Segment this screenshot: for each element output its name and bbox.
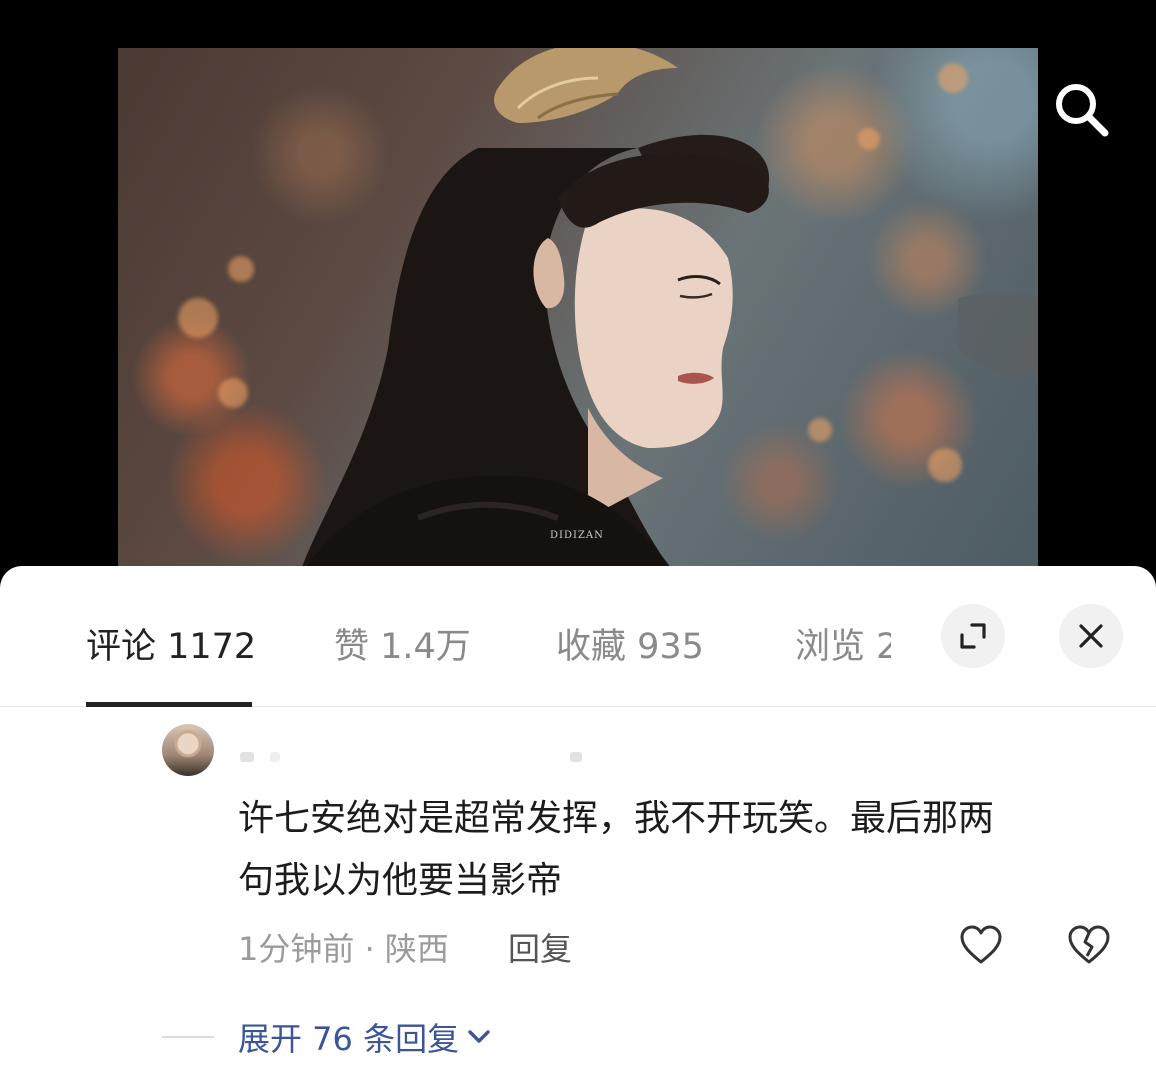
tab-favorites[interactable]: 收藏 935 — [556, 618, 704, 669]
expand-replies-button[interactable]: 展开 76 条回复 — [238, 1014, 495, 1060]
fullscreen-exit-button[interactable] — [941, 604, 1005, 668]
comment-line: 许七安绝对是超常发挥，我不开玩笑。最后那两 — [238, 798, 995, 839]
username-redacted[interactable] — [240, 744, 600, 770]
comment-text[interactable]: 许七安绝对是超常发挥，我不开玩笑。最后那两 句我以为他要当影帝 — [238, 788, 1118, 912]
dislike-button[interactable] — [1066, 922, 1112, 968]
heart-outline-icon — [960, 925, 1002, 964]
post-image[interactable]: DIDIZAN — [118, 48, 1038, 578]
portrait-figure — [298, 48, 1038, 578]
fullscreen-exit-icon — [960, 623, 986, 649]
image-watermark: DIDIZAN — [550, 530, 604, 541]
avatar[interactable] — [162, 724, 214, 776]
close-button[interactable] — [1059, 604, 1123, 668]
broken-heart-icon — [1068, 925, 1110, 964]
search-icon — [1056, 84, 1109, 137]
active-tab-indicator — [86, 702, 252, 707]
thread-divider — [162, 1036, 214, 1038]
tab-views-label: 浏览 2 — [795, 627, 891, 664]
comment-line: 句我以为他要当影帝 — [238, 860, 563, 901]
expand-replies-label: 展开 76 条回复 — [238, 1020, 460, 1058]
close-icon — [1079, 624, 1103, 648]
comments-sheet: 评论 1172 赞 1.4万 收藏 935 浏览 2 许七安绝对是超常发挥，我不… — [0, 566, 1156, 1080]
comment-meta: 1分钟前 · 陕西 — [238, 930, 449, 968]
tab-likes[interactable]: 赞 1.4万 — [334, 618, 471, 669]
like-button[interactable] — [958, 922, 1004, 968]
reply-button[interactable]: 回复 — [508, 924, 572, 970]
search-button[interactable] — [1048, 76, 1114, 142]
tab-views[interactable]: 浏览 2 — [795, 618, 891, 664]
chevron-down-icon — [468, 1030, 490, 1043]
tab-bar: 评论 1172 赞 1.4万 收藏 935 浏览 2 — [0, 566, 1156, 707]
tab-comments[interactable]: 评论 1172 — [86, 618, 256, 669]
